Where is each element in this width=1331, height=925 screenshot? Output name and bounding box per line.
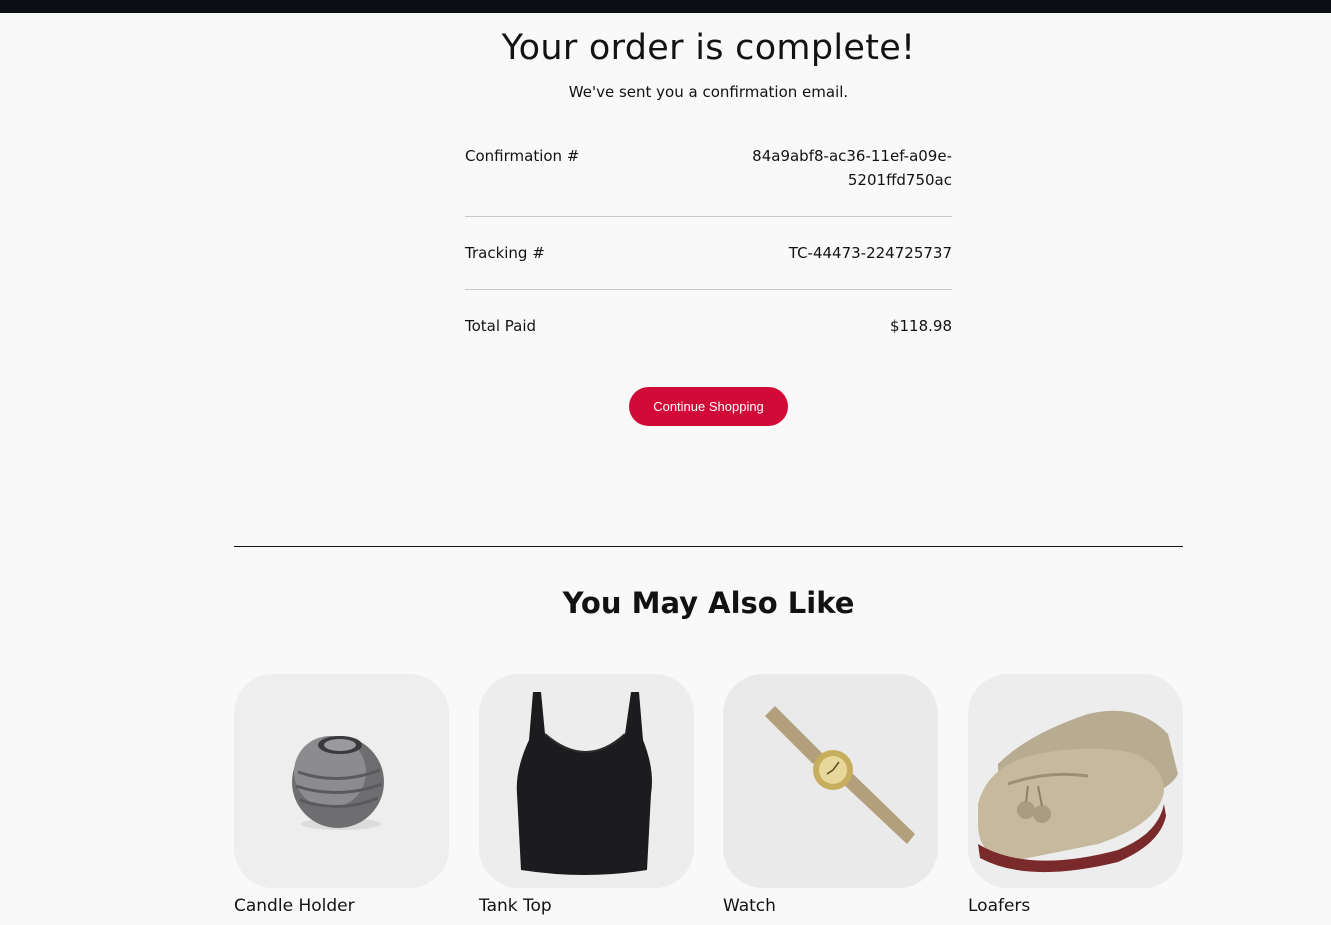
total-label: Total Paid	[465, 317, 537, 335]
continue-shopping-button[interactable]: Continue Shopping	[629, 387, 788, 426]
confirmation-value-line1: 84a9abf8-ac36-11ef-a09e-	[752, 147, 952, 165]
order-summary: Confirmation # 84a9abf8-ac36-11ef-a09e- …	[465, 140, 952, 338]
confirmation-value-line2: 5201ffd750ac	[847, 171, 952, 189]
loafers-image[interactable]	[968, 674, 1183, 888]
tracking-label: Tracking #	[465, 244, 545, 262]
watch-image[interactable]	[723, 674, 938, 888]
product-card-loafers[interactable]: Loafers	[968, 674, 1183, 916]
product-card-candle-holder[interactable]: Candle Holder	[234, 674, 449, 916]
divider	[465, 289, 952, 290]
product-name[interactable]: Tank Top	[479, 896, 694, 916]
page-title: Your order is complete!	[501, 28, 916, 68]
product-card-watch[interactable]: Watch	[723, 674, 938, 916]
recommendations-title: You May Also Like	[562, 586, 855, 620]
product-name[interactable]: Loafers	[968, 896, 1183, 916]
tracking-row: Tracking # TC-44473-224725737	[465, 241, 952, 265]
top-navigation-bar	[0, 0, 1331, 13]
product-name[interactable]: Candle Holder	[234, 896, 449, 916]
tank-top-image[interactable]	[479, 674, 694, 888]
total-row: Total Paid $118.98	[465, 314, 952, 338]
total-value: $118.98	[889, 317, 952, 335]
divider	[465, 216, 952, 217]
confirmation-email-message: We've sent you a confirmation email.	[568, 83, 849, 101]
section-divider	[234, 546, 1183, 547]
confirmation-label: Confirmation #	[465, 147, 580, 165]
confirmation-row: Confirmation # 84a9abf8-ac36-11ef-a09e- …	[465, 144, 952, 192]
tracking-value: TC-44473-224725737	[788, 244, 952, 262]
confirmation-value: 84a9abf8-ac36-11ef-a09e- 5201ffd750ac	[732, 144, 952, 192]
product-name[interactable]: Watch	[723, 896, 938, 916]
product-card-tank-top[interactable]: Tank Top	[479, 674, 694, 916]
candle-holder-image[interactable]	[234, 674, 449, 888]
